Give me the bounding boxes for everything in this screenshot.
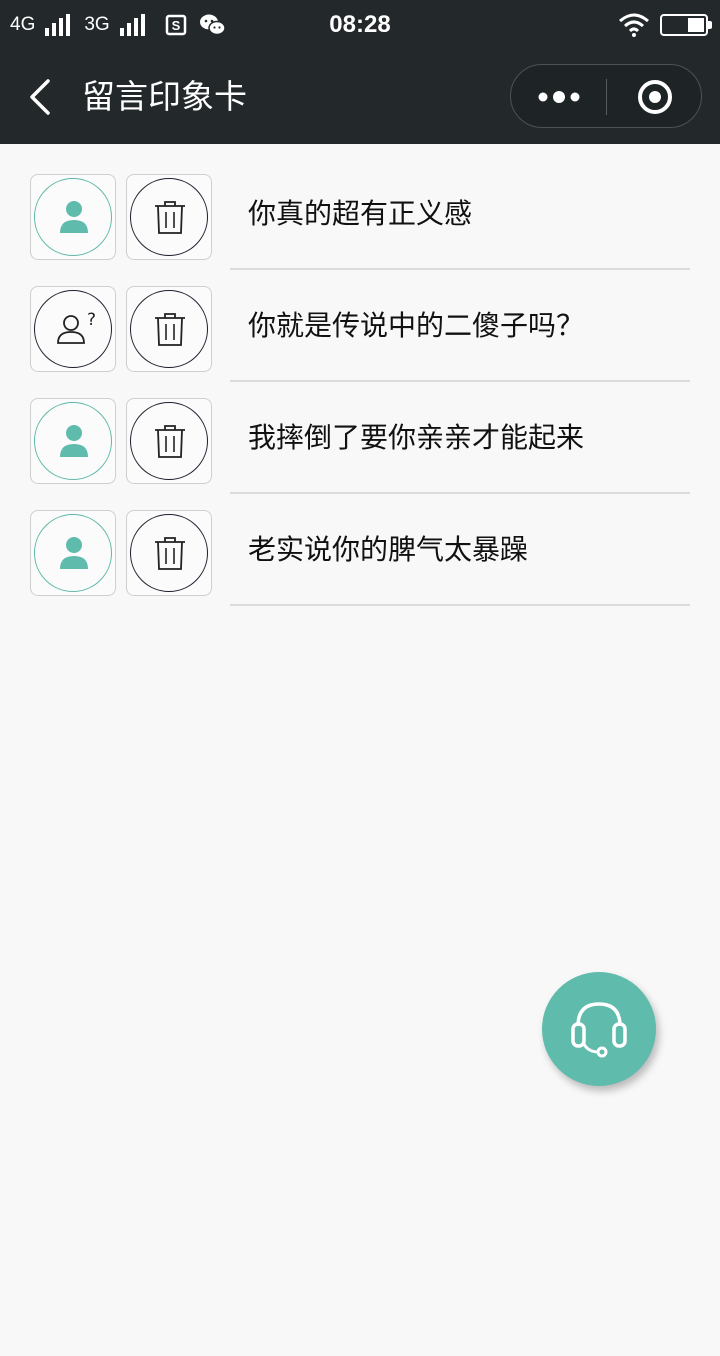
message-text: 你真的超有正义感 xyxy=(248,197,473,230)
trash-icon xyxy=(155,201,185,234)
customer-service-button[interactable] xyxy=(542,972,656,1086)
divider xyxy=(230,604,690,606)
status-bar: 4G 3G S 08:28 xyxy=(0,0,720,50)
headset-icon xyxy=(571,1002,627,1058)
close-target-icon[interactable] xyxy=(607,65,702,129)
clock: 08:28 xyxy=(329,11,391,38)
wifi-icon xyxy=(619,13,649,37)
avatar-tile[interactable] xyxy=(30,398,116,484)
delete-button[interactable] xyxy=(126,510,212,596)
list-item: 我摔倒了要你亲亲才能起来 xyxy=(0,368,720,494)
list-item: 老实说你的脾气太暴躁 xyxy=(0,480,720,606)
message-list: 你真的超有正义感 ? 你就是传说中的二傻子吗？ 我摔倒了要你亲亲才能起来 老实说… xyxy=(0,144,720,606)
person-icon xyxy=(60,201,88,233)
delete-button[interactable] xyxy=(126,174,212,260)
back-icon[interactable] xyxy=(22,77,62,117)
list-item: ? 你就是传说中的二傻子吗？ xyxy=(0,256,720,382)
trash-icon xyxy=(155,313,185,346)
capsule-menu xyxy=(510,64,702,128)
message-text: 我摔倒了要你亲亲才能起来 xyxy=(248,421,585,454)
trash-icon xyxy=(155,425,185,458)
page-title: 留言印象卡 xyxy=(82,77,247,116)
battery-icon xyxy=(660,14,712,36)
list-item: 你真的超有正义感 xyxy=(0,144,720,270)
avatar-tile[interactable] xyxy=(30,174,116,260)
nav-bar: 留言印象卡 xyxy=(0,50,720,144)
person-icon xyxy=(60,425,88,457)
avatar-tile[interactable]: ? xyxy=(30,286,116,372)
trash-icon xyxy=(155,537,185,570)
message-text: 老实说你的脾气太暴躁 xyxy=(248,533,529,566)
message-text: 你就是传说中的二傻子吗？ xyxy=(248,309,585,342)
svg-text:?: ? xyxy=(87,310,96,330)
unknown-person-icon: ? xyxy=(57,310,96,344)
more-icon[interactable] xyxy=(511,65,606,129)
person-icon xyxy=(60,537,88,569)
delete-button[interactable] xyxy=(126,398,212,484)
status-right xyxy=(618,0,712,50)
delete-button[interactable] xyxy=(126,286,212,372)
avatar-tile[interactable] xyxy=(30,510,116,596)
